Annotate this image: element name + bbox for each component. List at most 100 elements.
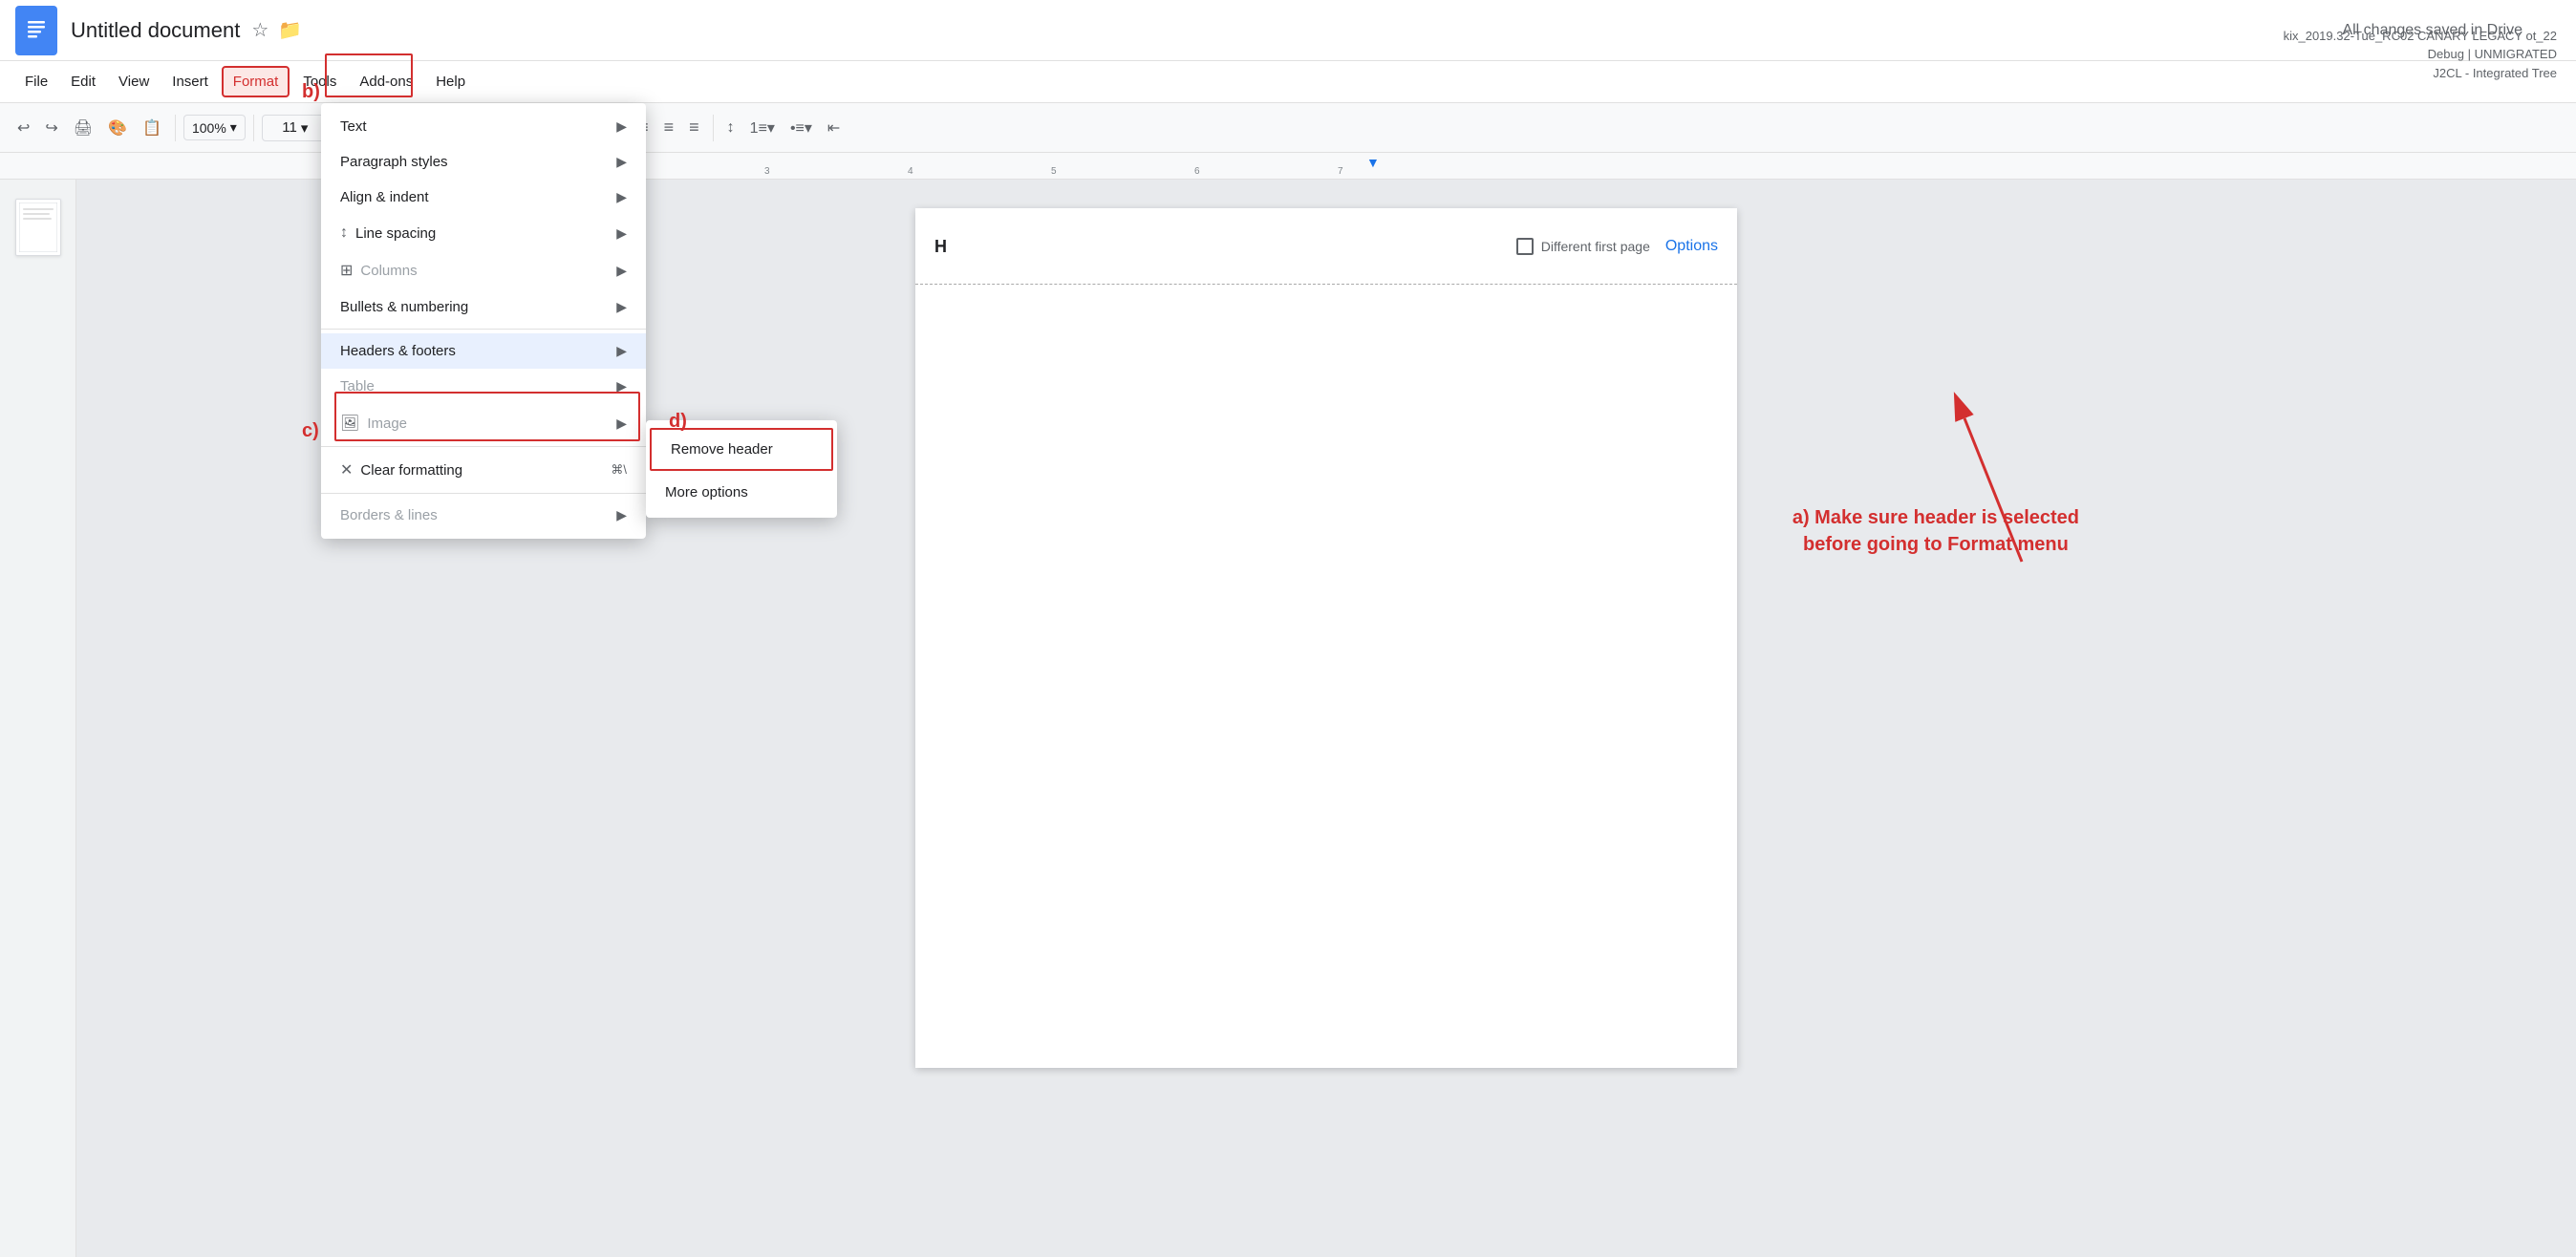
menu-insert[interactable]: Insert (162, 68, 218, 96)
font-size-value: 11 (282, 119, 297, 136)
bullet-list-button[interactable]: •≡▾ (784, 115, 818, 141)
doc-page: Different first page Options H (915, 208, 1737, 1068)
paragraph-chevron: ▶ (616, 154, 627, 170)
top-right-info: kix_2019.32-Tue_RC02 CANARY LEGACY ot_22… (2284, 8, 2557, 82)
format-align-item[interactable]: Align & indent ▶ (321, 180, 646, 215)
text-chevron: ▶ (616, 118, 627, 135)
format-borders-label: Borders & lines (340, 507, 438, 523)
different-first-page-checkbox[interactable]: Different first page (1516, 238, 1650, 255)
remove-header-label: Remove header (671, 441, 773, 458)
ruler-mark-7: 7 (1338, 166, 1343, 177)
format-paragraph-item[interactable]: Paragraph styles ▶ (321, 144, 646, 180)
columns-icon: ⊞ (340, 261, 353, 280)
c-annotation: c) (302, 420, 319, 442)
image-chevron: ▶ (616, 415, 627, 432)
format-image-label: Image (367, 415, 407, 432)
ruler-mark-6: 6 (1194, 166, 1200, 177)
menu-view[interactable]: View (109, 68, 159, 96)
ruler-inner: 1 2 3 4 5 6 7 ▼ (325, 153, 2576, 179)
clear-shortcut: ⌘\ (611, 462, 627, 478)
divider1 (321, 329, 646, 330)
title-bar: Untitled document ☆ 📁 All changes saved … (0, 0, 2576, 61)
doc-icon (15, 6, 57, 55)
linespacing-chevron: ▶ (616, 225, 627, 242)
ruler-mark-4: 4 (908, 166, 913, 177)
menu-addons[interactable]: Add-ons (350, 68, 422, 96)
header-label: H (934, 237, 947, 257)
menu-bar: File Edit View Insert Format Tools Add-o… (0, 61, 2576, 103)
columns-chevron: ▶ (616, 263, 627, 279)
align-justify-button[interactable]: ≡ (683, 114, 705, 141)
align-chevron: ▶ (616, 189, 627, 205)
format-clearformatting-label: Clear formatting (360, 462, 462, 479)
copy-format-button[interactable]: 📋 (137, 115, 167, 141)
header-toolbar: Different first page Options (1516, 238, 1718, 255)
line-spacing-button[interactable]: ↕ (721, 116, 741, 140)
sidebar (0, 180, 76, 1257)
star-icon[interactable]: ☆ (251, 18, 268, 42)
format-borders-item[interactable]: Borders & lines ▶ (321, 498, 646, 533)
doc-title[interactable]: Untitled document (71, 18, 240, 43)
format-text-item[interactable]: Text ▶ (321, 109, 646, 144)
hf-chevron: ▶ (616, 343, 627, 359)
annotation-text: a) Make sure header is selected before g… (1792, 504, 2079, 558)
table-chevron: ▶ (616, 378, 627, 394)
page-thumb-1[interactable] (15, 199, 61, 256)
format-table-label: Table (340, 378, 375, 394)
format-text-label: Text (340, 118, 367, 135)
linespacing-icon: ↕ (340, 224, 348, 242)
menu-file[interactable]: File (15, 68, 57, 96)
ruler-mark-3: 3 (764, 166, 770, 177)
zoom-value: 100% (192, 120, 226, 136)
align-right-button[interactable]: ≡ (658, 114, 680, 141)
redo-button[interactable]: ↪ (39, 115, 63, 141)
folder-icon[interactable]: 📁 (278, 18, 302, 42)
sep1 (175, 115, 176, 141)
zoom-arrow: ▾ (230, 119, 237, 136)
different-first-page-label: Different first page (1541, 239, 1650, 254)
image-icon: 🖼 (340, 414, 359, 433)
borders-chevron: ▶ (616, 507, 627, 523)
clear-icon: ✕ (340, 460, 353, 479)
undo-button[interactable]: ↩ (11, 115, 35, 141)
format-linespacing-item[interactable]: ↕ Line spacing ▶ (321, 215, 646, 251)
bullets-chevron: ▶ (616, 299, 627, 315)
zoom-control[interactable]: 100% ▾ (183, 115, 246, 140)
font-size-arrows: ▾ (301, 119, 309, 137)
menu-edit[interactable]: Edit (61, 68, 105, 96)
format-hf-item[interactable]: Headers & footers ▶ (321, 333, 646, 369)
more-options-label: More options (665, 484, 748, 501)
checkbox-icon[interactable] (1516, 238, 1534, 255)
ruler-marker: ▼ (1366, 155, 1380, 170)
ruler-mark-5: 5 (1051, 166, 1057, 177)
numbered-list-button[interactable]: 1≡▾ (744, 115, 781, 141)
options-link[interactable]: Options (1665, 238, 1718, 255)
print-button[interactable]: 🖨 (68, 115, 98, 141)
indent-less-button[interactable]: ⇤ (822, 115, 846, 141)
remove-header-item[interactable]: Remove header (650, 428, 833, 471)
format-columns-label: Columns (360, 263, 417, 279)
d-annotation: d) (669, 411, 687, 433)
format-paragraph-label: Paragraph styles (340, 154, 448, 170)
title-icons: ☆ 📁 (251, 18, 302, 42)
format-table-item[interactable]: Table ▶ (321, 369, 646, 404)
format-align-label: Align & indent (340, 189, 429, 205)
hf-submenu: Remove header More options (646, 420, 837, 518)
divider2 (321, 446, 646, 447)
format-bullets-item[interactable]: Bullets & numbering ▶ (321, 289, 646, 325)
format-columns-item[interactable]: ⊞ Columns ▶ (321, 251, 646, 289)
sep5 (713, 115, 714, 141)
b-annotation: b) (302, 81, 320, 103)
format-clearformatting-item[interactable]: ✕ Clear formatting ⌘\ (321, 451, 646, 489)
format-image-item[interactable]: 🖼 Image ▶ (321, 404, 646, 442)
more-options-item[interactable]: More options (646, 473, 837, 512)
header-zone[interactable]: Different first page Options (915, 208, 1737, 285)
font-size-control[interactable]: 11 ▾ (262, 115, 329, 141)
format-hf-label: Headers & footers (340, 343, 456, 359)
menu-help[interactable]: Help (426, 68, 475, 96)
paint-format-button[interactable]: 🎨 (102, 115, 133, 141)
menu-format[interactable]: Format (222, 66, 290, 97)
format-bullets-label: Bullets & numbering (340, 299, 468, 315)
format-linespacing-label: Line spacing (355, 225, 436, 242)
sep2 (253, 115, 254, 141)
